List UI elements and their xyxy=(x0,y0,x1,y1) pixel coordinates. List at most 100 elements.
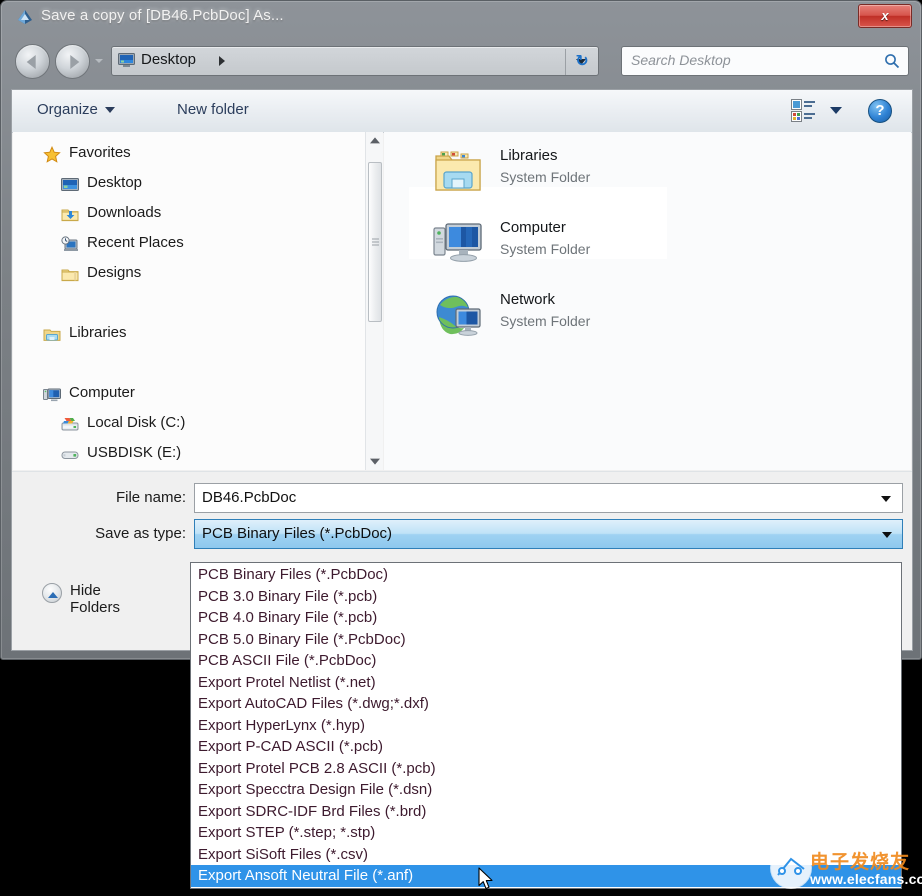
sidebar-item-recent-places[interactable]: Recent Places xyxy=(13,230,365,260)
dropdown-option[interactable]: PCB 3.0 Binary File (*.pcb) xyxy=(191,586,901,608)
dropdown-option[interactable]: Export SiSoft Files (*.csv) xyxy=(191,844,901,866)
list-item-name: Computer xyxy=(500,219,566,236)
close-button[interactable]: x xyxy=(858,4,912,28)
search-icon xyxy=(884,53,900,69)
dropdown-option-selected[interactable]: Export Ansoft Neutral File (*.anf) xyxy=(191,865,901,887)
libraries-folder-icon xyxy=(432,146,484,196)
downloads-folder-icon xyxy=(61,206,79,224)
sidebar-label: Downloads xyxy=(87,204,161,221)
file-name-input[interactable]: DB46.PcbDoc xyxy=(194,483,903,513)
sidebar-label: Libraries xyxy=(69,324,127,341)
dropdown-option[interactable]: Export SDRC-IDF Brd Files (*.brd) xyxy=(191,801,901,823)
file-name-label: File name: xyxy=(72,489,186,506)
forward-button[interactable] xyxy=(55,44,90,79)
dropdown-option[interactable]: Export Specctra Design File (*.dsn) xyxy=(191,779,901,801)
network-icon xyxy=(432,290,484,340)
dropdown-option[interactable]: PCB 4.0 Binary File (*.pcb) xyxy=(191,607,901,629)
save-as-type-value: PCB Binary Files (*.PcbDoc) xyxy=(202,525,392,542)
dropdown-option[interactable]: Export HyperLynx (*.hyp) xyxy=(191,715,901,737)
list-item-subtitle: System Folder xyxy=(500,241,590,257)
dropdown-option[interactable]: PCB 5.0 Binary File (*.PcbDoc) xyxy=(191,629,901,651)
list-item-subtitle: System Folder xyxy=(500,313,590,329)
file-list-pane[interactable]: Libraries System Folder xyxy=(384,132,911,470)
explorer-toolbar: Organize New folder xyxy=(12,90,912,133)
navigation-bar: Desktop ↻ Search Desktop xyxy=(1,35,921,89)
computer-icon xyxy=(43,386,61,404)
organize-button[interactable]: Organize xyxy=(37,101,115,118)
sidebar-item-desktop[interactable]: Desktop xyxy=(13,170,365,200)
sidebar-item-computer[interactable]: Computer xyxy=(13,380,365,410)
search-input[interactable]: Search Desktop xyxy=(621,46,909,76)
chevron-up-circle-icon xyxy=(42,583,62,603)
desktop-icon xyxy=(61,176,79,194)
sidebar-label: Computer xyxy=(69,384,135,401)
help-glyph: ? xyxy=(869,100,891,122)
hide-folders-label: Hide Folders xyxy=(70,582,120,616)
scroll-down-arrow-icon[interactable] xyxy=(366,452,384,470)
scrollbar-grip-icon xyxy=(372,239,379,246)
sidebar-label: Desktop xyxy=(87,174,142,191)
sidebar-item-designs[interactable]: Designs xyxy=(13,260,365,290)
dropdown-option[interactable]: Export Protel PCB 2.8 ASCII (*.pcb) xyxy=(191,758,901,780)
sidebar-item-usbdisk-e[interactable]: USBDISK (E:) xyxy=(13,440,365,470)
back-button[interactable] xyxy=(15,44,50,79)
sidebar-label: USBDISK (E:) xyxy=(87,444,181,461)
libraries-icon xyxy=(43,326,61,344)
dropdown-option[interactable]: Export P-CAD ASCII (*.pcb) xyxy=(191,736,901,758)
close-icon: x xyxy=(859,5,911,26)
navigation-pane[interactable]: Favorites Desktop xyxy=(13,132,365,470)
dropdown-option[interactable]: Export AutoCAD Files (*.dwg;*.dxf) xyxy=(191,693,901,715)
save-as-type-dropdown-list[interactable]: PCB Binary Files (*.PcbDoc) PCB 3.0 Bina… xyxy=(190,562,902,889)
address-bar[interactable]: Desktop ↻ xyxy=(111,46,599,76)
desktop-icon xyxy=(118,53,135,68)
scrollbar-thumb[interactable] xyxy=(368,162,382,322)
hard-disk-icon xyxy=(61,416,79,434)
list-item-name: Libraries xyxy=(500,147,558,164)
scroll-up-arrow-icon[interactable] xyxy=(366,132,384,150)
list-item-subtitle: System Folder xyxy=(500,169,590,185)
computer-icon xyxy=(432,218,484,268)
view-chevron-down-icon[interactable] xyxy=(830,107,842,114)
chevron-down-icon xyxy=(882,532,892,538)
save-as-type-label: Save as type: xyxy=(72,525,186,542)
dropdown-option[interactable]: Export STEP (*.step; *.stp) xyxy=(191,822,901,844)
title-bar[interactable]: Save a copy of [DB46.PcbDoc] As... x xyxy=(1,1,921,35)
screen: Save a copy of [DB46.PcbDoc] As... x xyxy=(0,0,922,893)
list-item-name: Network xyxy=(500,291,555,308)
save-dialog-window: Save a copy of [DB46.PcbDoc] As... x xyxy=(0,0,922,660)
search-placeholder: Search Desktop xyxy=(631,52,731,68)
sidebar-item-libraries[interactable]: Libraries xyxy=(13,320,365,350)
file-name-value: DB46.PcbDoc xyxy=(202,489,296,506)
star-icon xyxy=(43,146,61,164)
window-title: Save a copy of [DB46.PcbDoc] As... xyxy=(41,7,284,24)
history-dropdown-icon[interactable] xyxy=(95,59,103,63)
chevron-down-icon xyxy=(105,107,115,113)
dropdown-option[interactable]: Export Protel Netlist (*.net) xyxy=(191,672,901,694)
forward-arrow-icon xyxy=(70,55,79,69)
altium-app-icon xyxy=(15,7,35,27)
dropdown-option[interactable]: PCB ASCII File (*.PcbDoc) xyxy=(191,650,901,672)
sidebar-label: Designs xyxy=(87,264,141,281)
sidebar-label: Local Disk (C:) xyxy=(87,414,185,431)
change-view-icon[interactable] xyxy=(791,99,817,123)
breadcrumb-chevron-icon[interactable] xyxy=(219,56,225,66)
dropdown-option[interactable]: PCB Binary Files (*.PcbDoc) xyxy=(191,564,901,586)
refresh-icon[interactable]: ↻ xyxy=(570,52,594,72)
back-arrow-icon xyxy=(26,55,35,69)
address-divider xyxy=(565,49,566,75)
nav-pane-scrollbar[interactable] xyxy=(365,132,383,470)
folder-icon xyxy=(61,266,79,284)
sidebar-item-local-disk-c[interactable]: Local Disk (C:) xyxy=(13,410,365,440)
recent-places-icon xyxy=(61,236,79,254)
help-icon[interactable]: ? xyxy=(868,99,892,123)
sidebar-item-favorites[interactable]: Favorites xyxy=(13,140,365,170)
address-text: Desktop xyxy=(141,51,196,68)
new-folder-button[interactable]: New folder xyxy=(177,101,249,118)
organize-label: Organize xyxy=(37,101,98,118)
usb-drive-icon xyxy=(61,446,79,464)
chevron-down-icon[interactable] xyxy=(881,496,891,502)
save-as-type-combobox[interactable]: PCB Binary Files (*.PcbDoc) xyxy=(194,519,903,549)
sidebar-item-downloads[interactable]: Downloads xyxy=(13,200,365,230)
sidebar-label: Recent Places xyxy=(87,234,184,251)
sidebar-label: Favorites xyxy=(69,144,131,161)
